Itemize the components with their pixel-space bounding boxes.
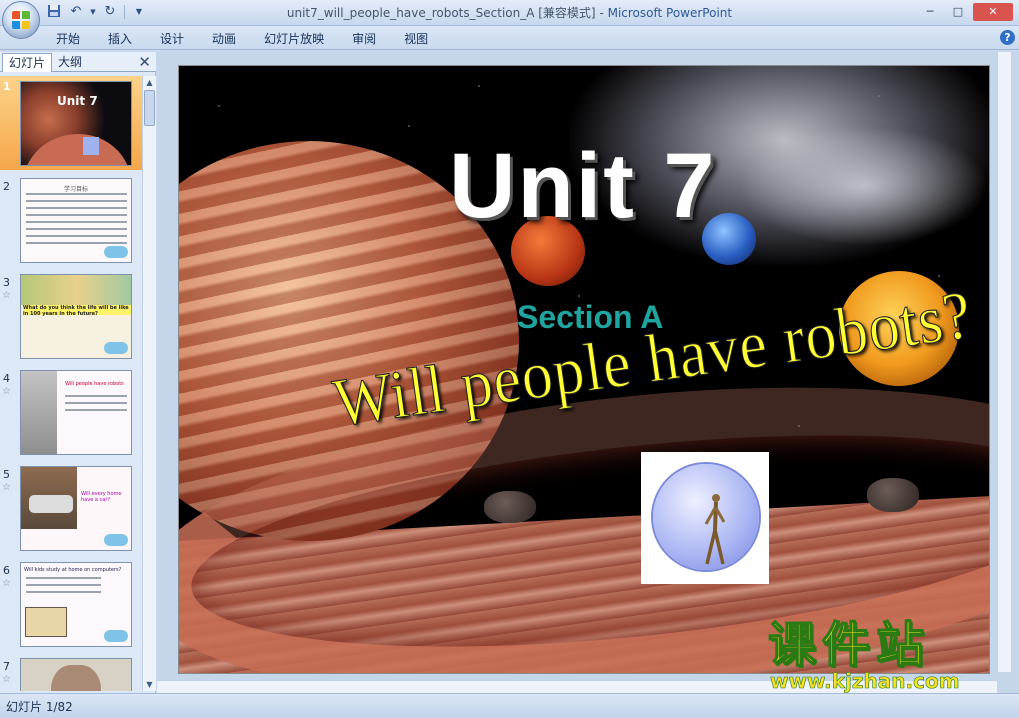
tab-slides[interactable]: 幻灯片 (2, 53, 53, 72)
thumbnail-item[interactable]: 4 ☆ Will people have robots (0, 368, 142, 458)
thumbnail-number: 7 (3, 660, 10, 673)
thumbnail-ring (21, 128, 131, 165)
asteroid (484, 491, 536, 523)
title-separator: - (595, 6, 608, 20)
pane-close-icon[interactable]: ✕ (138, 53, 151, 71)
tab-home[interactable]: 开始 (56, 30, 94, 47)
thumbnail-number: 5 (3, 468, 10, 481)
animation-star-icon: ☆ (2, 674, 11, 685)
walking-robot-icon (704, 494, 726, 565)
status-bar: 幻灯片 1/82 (0, 693, 1019, 718)
title-bar: ↶ ▼ ↻ ▼ unit7_will_people_have_robots_Se… (0, 0, 1019, 39)
thumbnail-image[interactable]: 学习目标 (20, 178, 132, 263)
thumbnail-number: 2 (3, 180, 10, 193)
slides-pane: 幻灯片 大纲 ✕ 1 Unit 7 2 学习目标 3 ☆ What do you… (0, 52, 156, 693)
thumbnail-text-lines (65, 395, 127, 416)
document-name: unit7_will_people_have_robots_Section_A … (286, 6, 596, 20)
animation-star-icon: ☆ (2, 578, 11, 589)
thumbnail-item[interactable]: 7 ☆ (0, 656, 142, 691)
thumbnail-photo (21, 275, 131, 305)
window-controls: ─ □ ✕ (917, 3, 1013, 21)
thumbnail-label: Unit 7 (57, 94, 98, 108)
asteroid (867, 478, 919, 512)
watermark-chinese: 课件站 (767, 617, 931, 673)
thumbnail-scrollbar[interactable]: ▲ ▼ (142, 76, 156, 691)
tab-insert[interactable]: 插入 (108, 30, 146, 47)
tab-outline[interactable]: 大纲 (52, 53, 88, 72)
app-name: Microsoft PowerPoint (607, 6, 733, 20)
pane-tabs: 幻灯片 大纲 ✕ (0, 52, 156, 72)
thumbnail-photo (51, 665, 101, 691)
window-title: unit7_will_people_have_robots_Section_A … (0, 4, 1019, 21)
thumbnail-image[interactable]: Will kids study at home on computers? (20, 562, 132, 647)
thumbnail-number: 6 (3, 564, 10, 577)
slide-counter: 幻灯片 1/82 (6, 700, 73, 714)
thumbnail-label: 学习目标 (63, 186, 88, 193)
scroll-thumb[interactable] (144, 90, 155, 126)
thumbnail-car (29, 495, 73, 513)
maximize-button[interactable]: □ (945, 3, 971, 21)
thumbnail-image[interactable]: Unit 7 (20, 81, 132, 166)
thumbnail-item[interactable]: 5 ☆ Will every home have a car? (0, 464, 142, 554)
ribbon-tabs: 开始 插入 设计 动画 幻灯片放映 审阅 视图 ? (0, 26, 1019, 50)
tab-animations[interactable]: 动画 (212, 30, 250, 47)
thumbnail-book (25, 607, 67, 637)
thumbnail-text-lines (26, 193, 127, 249)
thumbnail-tag-icon (104, 534, 128, 546)
thumbnail-number: 4 (3, 372, 10, 385)
tab-view[interactable]: 视图 (404, 30, 442, 47)
thumbnail-tag-icon (104, 342, 128, 354)
slide-editor: Unit 7 Section A Will people have robots… (157, 52, 1019, 693)
thumbnail-tag-icon (104, 630, 128, 642)
watermark-url: www.kjzhan.com (770, 669, 960, 694)
thumbnail-text-lines (26, 577, 101, 598)
watermark-logo: 课件站 www.kjzhan.com (767, 617, 1004, 694)
thumbnail-label: Will kids study at home on computers? (24, 567, 122, 573)
slide-title[interactable]: Unit 7 (449, 134, 717, 239)
tab-design[interactable]: 设计 (160, 30, 198, 47)
thumbnail-number: 1 (3, 80, 11, 93)
thumbnail-image[interactable]: Will people have robots (20, 370, 132, 455)
robot-button-image[interactable] (641, 452, 769, 584)
thumbnail-robot (21, 371, 57, 454)
thumbnail-number: 3 (3, 276, 10, 289)
nebula-cloud (739, 126, 989, 246)
thumbnail-item[interactable]: 2 学习目标 (0, 176, 142, 266)
help-icon[interactable]: ? (1000, 30, 1015, 45)
thumbnail-label: What do you think the life will be like … (23, 305, 129, 317)
thumbnail-label: Will every home have a car? (81, 491, 122, 503)
tab-slideshow[interactable]: 幻灯片放映 (264, 30, 338, 47)
thumbnail-list: 1 Unit 7 2 学习目标 3 ☆ What do you think th… (0, 76, 142, 691)
office-logo-icon (12, 11, 31, 30)
thumbnail-robot-icon (83, 137, 99, 155)
animation-star-icon: ☆ (2, 482, 11, 493)
thumbnail-image[interactable] (20, 658, 132, 691)
robot-circle (653, 464, 759, 570)
menu-items: 开始 插入 设计 动画 幻灯片放映 审阅 视图 (56, 30, 456, 47)
thumbnail-item[interactable]: 3 ☆ What do you think the life will be l… (0, 272, 142, 362)
slide-scrollbar[interactable] (997, 52, 1011, 672)
scroll-up-icon[interactable]: ▲ (143, 76, 156, 89)
office-button[interactable] (2, 1, 40, 39)
animation-star-icon: ☆ (2, 386, 11, 397)
scroll-down-icon[interactable]: ▼ (143, 678, 156, 691)
animation-star-icon: ☆ (2, 290, 11, 301)
thumbnail-item[interactable]: 1 Unit 7 (0, 76, 142, 170)
slide-canvas[interactable]: Unit 7 Section A Will people have robots… (178, 65, 990, 674)
thumbnail-image[interactable]: What do you think the life will be like … (20, 274, 132, 359)
thumbnail-image[interactable]: Will every home have a car? (20, 466, 132, 551)
thumbnail-tag-icon (104, 246, 128, 258)
close-button[interactable]: ✕ (973, 3, 1013, 21)
thumbnail-item[interactable]: 6 ☆ Will kids study at home on computers… (0, 560, 142, 650)
tab-review[interactable]: 审阅 (352, 30, 390, 47)
thumbnail-label: Will people have robots (65, 381, 124, 387)
minimize-button[interactable]: ─ (917, 3, 943, 21)
